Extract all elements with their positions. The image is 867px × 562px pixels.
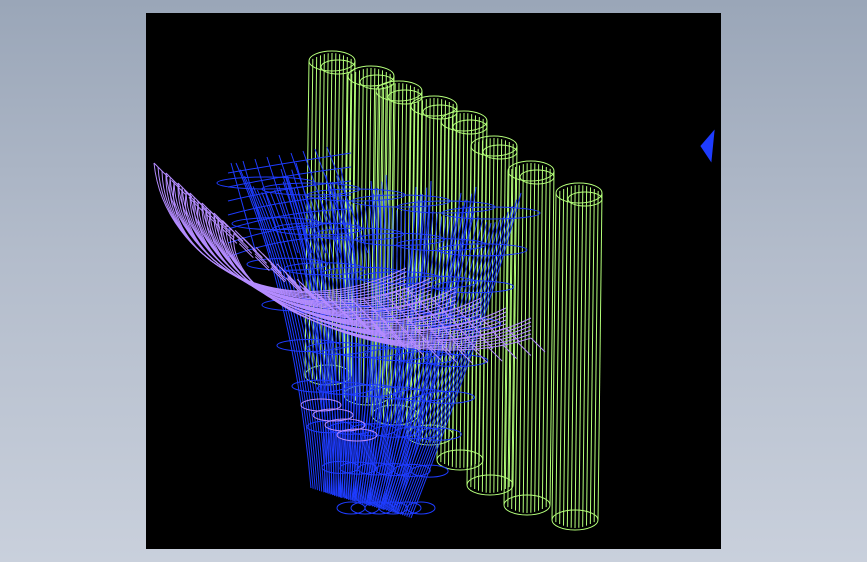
vertical-blade — [551, 182, 603, 531]
wireframe-model — [153, 50, 715, 531]
vertical-blade — [503, 160, 555, 516]
cad-viewport[interactable] — [146, 13, 721, 549]
vertical-blades-group — [304, 50, 603, 531]
partial-object-right-edge — [700, 129, 715, 163]
fragment-shape — [700, 129, 715, 163]
